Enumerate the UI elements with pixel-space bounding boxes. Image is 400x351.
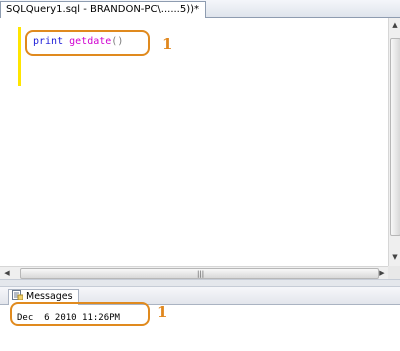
scrollbar-corner	[388, 266, 400, 279]
scroll-arrow-right-icon[interactable]: ▶	[377, 268, 387, 278]
result-callout-number: 1	[157, 303, 168, 321]
scroll-arrow-left-icon[interactable]: ◀	[2, 268, 12, 278]
messages-icon	[12, 290, 23, 300]
code-callout-box	[25, 30, 150, 56]
scroll-grip-icon: |||	[197, 270, 205, 278]
query-tab[interactable]: SQLQuery1.sql - BRANDON-PC\......5))*	[0, 1, 207, 18]
editor-tab-strip: SQLQuery1.sql - BRANDON-PC\......5))*	[0, 0, 400, 18]
vertical-scroll-thumb[interactable]	[390, 38, 400, 236]
messages-tab-label: Messages	[26, 291, 73, 302]
changed-line-marker	[18, 27, 21, 86]
code-callout-number: 1	[162, 35, 173, 53]
vertical-scrollbar[interactable]: ▲ ▼	[388, 18, 400, 266]
horizontal-scrollbar[interactable]: ◀ ||| ▶	[0, 266, 388, 279]
pane-splitter[interactable]	[0, 279, 400, 287]
scroll-arrow-down-icon[interactable]: ▼	[391, 252, 399, 262]
horizontal-scroll-thumb[interactable]: |||	[20, 268, 379, 279]
result-callout-box	[10, 302, 150, 326]
scroll-arrow-up-icon[interactable]: ▲	[391, 20, 399, 30]
query-tab-title: SQLQuery1.sql - BRANDON-PC\......5))*	[6, 4, 200, 15]
